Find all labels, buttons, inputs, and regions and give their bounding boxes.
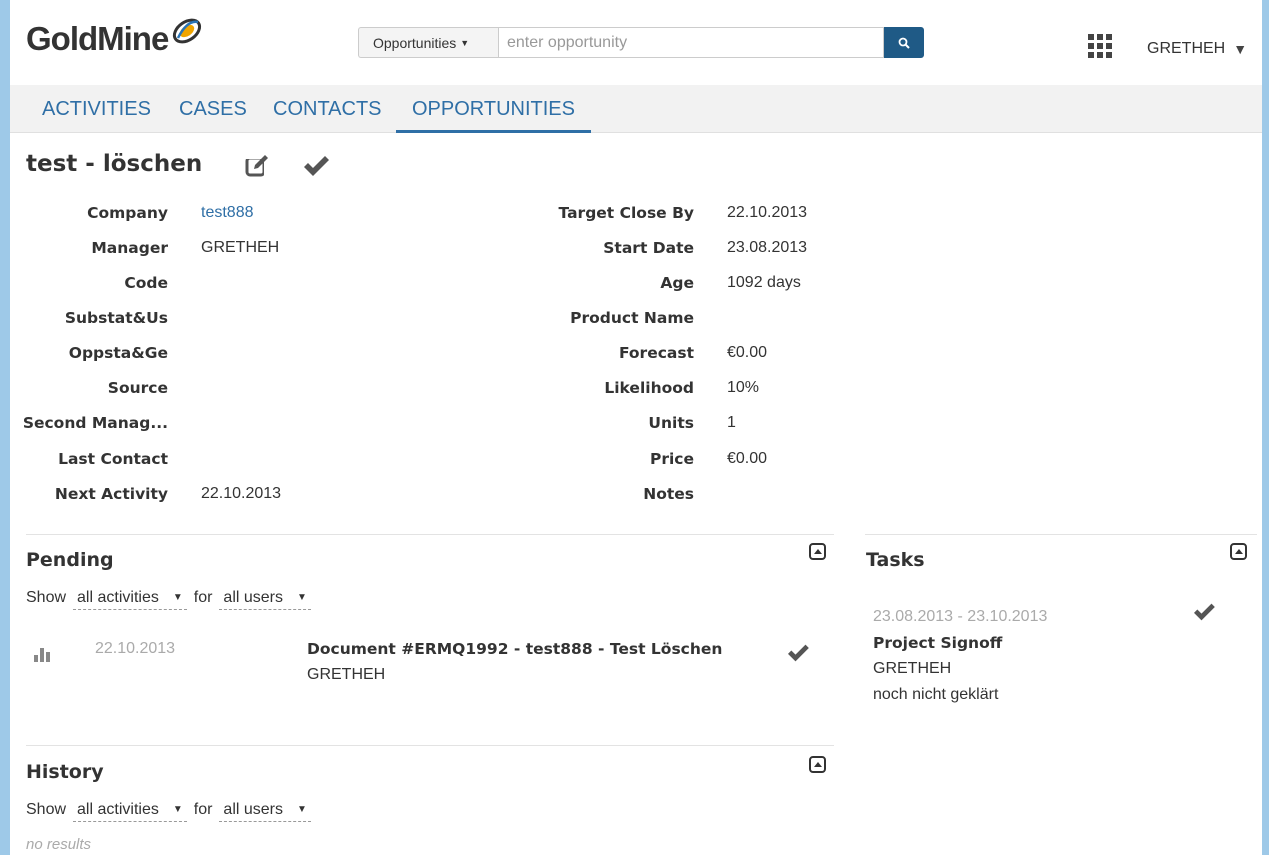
history-divider (26, 745, 834, 746)
field-label-product-name: Product Name (570, 309, 694, 327)
history-empty-text: no results (26, 836, 92, 853)
history-activity-filter[interactable]: all activities ▼ (73, 798, 187, 822)
search-bar: Opportunities ▼ (358, 27, 924, 58)
history-user-filter[interactable]: all users ▼ (219, 798, 311, 822)
pending-filter: Show all activities ▼ for all users ▼ (26, 586, 311, 610)
field-label-code: Code (124, 274, 168, 292)
field-label-units: Units (648, 414, 694, 432)
field-value-price: €0.00 (727, 450, 768, 467)
tab-cases[interactable]: CASES (179, 85, 247, 133)
field-value-age: 1092 days (727, 274, 801, 291)
logo-swirl-icon (173, 18, 202, 44)
pending-activity-filter[interactable]: all activities ▼ (73, 586, 187, 610)
history-activity-filter-value: all activities (77, 800, 159, 818)
tab-contacts[interactable]: CONTACTS (273, 85, 382, 133)
header: GoldMine Opportunities ▼ enter opportuni… (10, 0, 1262, 85)
show-label: Show (26, 801, 67, 818)
task-user: GRETHEH (873, 660, 952, 677)
field-value-manager: GRETHEH (201, 239, 280, 256)
tab-opportunities[interactable]: OPPORTUNITIES (396, 85, 591, 133)
field-label-company: Company (87, 204, 168, 222)
pending-item-date: 22.10.2013 (95, 640, 176, 657)
logo-text: GoldMine (26, 20, 169, 57)
field-label-start-date: Start Date (603, 239, 694, 257)
for-label: for (193, 801, 213, 818)
task-title[interactable]: Project Signoff (873, 634, 1002, 652)
field-label-substatus: Substat&Us (64, 309, 168, 327)
field-label-last-contact: Last Contact (58, 450, 168, 468)
history-filter: Show all activities ▼ for all users ▼ (26, 798, 311, 822)
field-label-oppstage: Oppsta&Ge (68, 344, 168, 362)
field-value-target-close: 22.10.2013 (727, 204, 808, 221)
search-button[interactable] (884, 27, 924, 58)
tasks-collapse-icon[interactable] (1230, 543, 1247, 560)
tasks-title: Tasks (866, 549, 925, 571)
history-collapse-icon[interactable] (809, 756, 826, 773)
history-user-filter-value: all users (223, 800, 283, 818)
search-type-dropdown[interactable]: Opportunities ▼ (358, 27, 498, 58)
pending-complete-check-icon[interactable] (786, 643, 810, 663)
triangle-down-icon: ▼ (1233, 41, 1248, 57)
complete-check-icon[interactable] (302, 153, 330, 179)
search-icon (898, 37, 910, 49)
field-label-price: Price (649, 450, 694, 468)
field-label-target-close: Target Close By (558, 204, 694, 222)
history-title: History (26, 761, 104, 783)
page-title: test - löschen (26, 151, 203, 177)
caret-down-icon: ▼ (172, 804, 183, 815)
caret-down-icon: ▼ (172, 592, 183, 603)
task-complete-check-icon[interactable] (1192, 602, 1216, 622)
edit-icon[interactable] (244, 153, 270, 179)
field-label-next-activity: Next Activity (54, 485, 168, 503)
pending-title: Pending (26, 549, 114, 571)
field-value-forecast: €0.00 (727, 344, 768, 361)
caret-down-icon: ▼ (460, 37, 470, 48)
tasks-divider (865, 534, 1257, 535)
field-label-source: Source (107, 379, 168, 397)
pending-divider (26, 534, 834, 535)
field-label-forecast: Forecast (618, 344, 694, 362)
tab-activities[interactable]: ACTIVITIES (42, 85, 151, 133)
caret-down-icon: ▼ (297, 592, 307, 603)
pending-item-user: GRETHEH (307, 666, 386, 683)
search-input[interactable] (498, 27, 884, 58)
company-link[interactable]: test888 (201, 202, 253, 224)
field-label-age: Age (660, 274, 694, 292)
bar-chart-icon (34, 648, 50, 662)
field-label-notes: Notes (643, 485, 694, 503)
field-value-next-activity: 22.10.2013 (201, 485, 282, 502)
main-nav: ACTIVITIES CASES CONTACTS OPPORTUNITIES (10, 85, 1262, 133)
pending-item-title[interactable]: Document #ERMQ1992 - test888 - Test Lösc… (307, 640, 722, 658)
caret-down-icon: ▼ (297, 804, 307, 815)
pending-collapse-icon[interactable] (809, 543, 826, 560)
field-label-likelihood: Likelihood (604, 379, 694, 397)
user-name: GRETHEH (1147, 40, 1226, 57)
pending-activity-filter-value: all activities (77, 588, 159, 606)
task-date-range: 23.08.2013 - 23.10.2013 (873, 608, 1048, 625)
field-value-likelihood: 10% (727, 379, 760, 396)
task-status: noch nicht geklärt (873, 686, 999, 703)
field-value-start-date: 23.08.2013 (727, 239, 808, 256)
goldmine-logo[interactable]: GoldMine (26, 18, 204, 60)
search-type-label: Opportunities (373, 34, 457, 51)
user-menu[interactable]: GRETHEH ▼ (1147, 40, 1247, 58)
pending-user-filter[interactable]: all users ▼ (219, 586, 311, 610)
show-label: Show (26, 589, 67, 606)
field-label-second-manager: Second Manag... (22, 414, 168, 432)
pending-user-filter-value: all users (223, 588, 283, 606)
apps-grid-icon[interactable] (1088, 34, 1112, 58)
app-frame: GoldMine Opportunities ▼ enter opportuni… (10, 0, 1262, 855)
field-label-manager: Manager (91, 239, 168, 257)
field-value-units: 1 (727, 414, 736, 431)
for-label: for (193, 589, 213, 606)
